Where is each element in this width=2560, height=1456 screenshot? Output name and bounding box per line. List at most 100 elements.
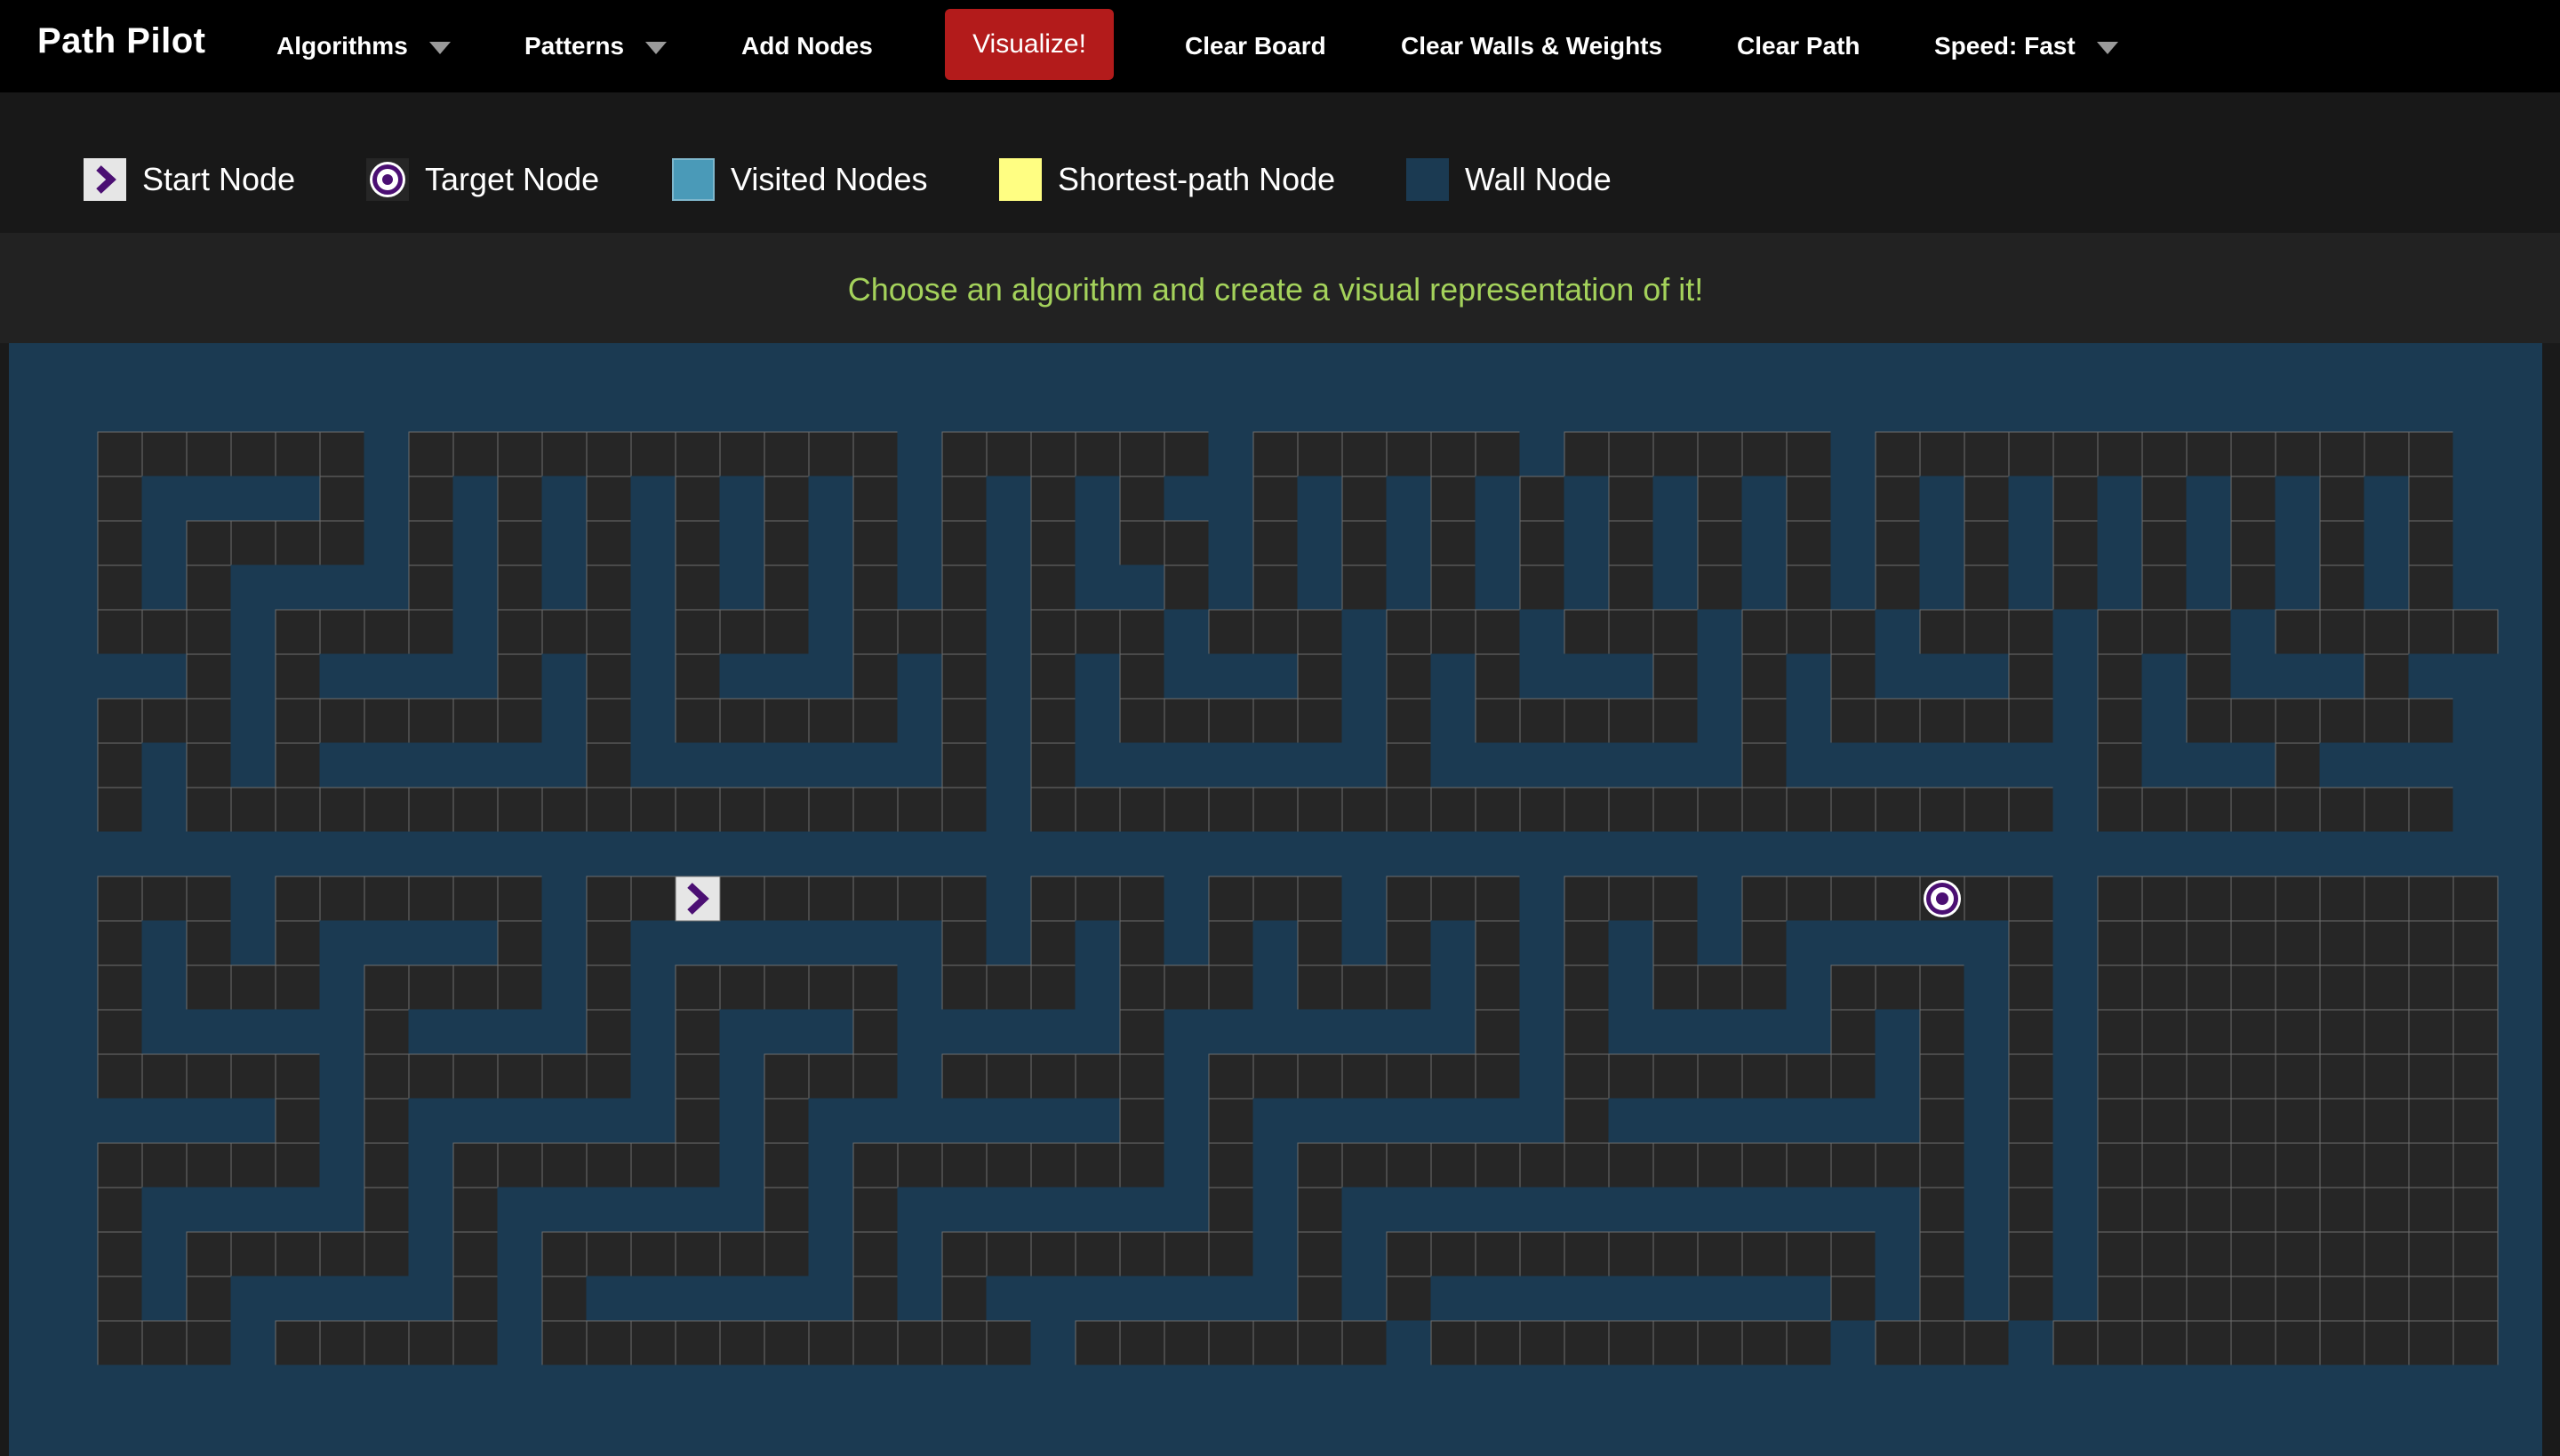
wall-node[interactable] [1875, 1187, 1921, 1233]
wall-node[interactable] [675, 831, 721, 877]
grid-node[interactable] [2097, 1053, 2143, 1100]
grid-node[interactable] [852, 1142, 899, 1188]
wall-node[interactable] [2452, 431, 2499, 477]
grid-node[interactable] [1430, 1053, 1476, 1100]
grid-node[interactable] [1075, 1053, 1121, 1100]
grid-node[interactable] [2008, 698, 2054, 744]
grid-node[interactable] [97, 787, 143, 833]
grid-node[interactable] [2141, 609, 2188, 655]
wall-node[interactable] [630, 1053, 676, 1100]
grid-node[interactable] [2408, 1053, 2454, 1100]
wall-node[interactable] [1964, 831, 2010, 877]
grid-node[interactable] [2408, 876, 2454, 922]
grid-node[interactable] [2230, 876, 2276, 922]
wall-node[interactable] [141, 476, 188, 522]
grid-node[interactable] [1386, 609, 1432, 655]
grid-node[interactable] [1564, 1098, 1610, 1144]
wall-node[interactable] [808, 653, 854, 700]
grid-node[interactable] [941, 520, 988, 566]
grid-node[interactable] [97, 1053, 143, 1100]
grid-node[interactable] [1119, 476, 1165, 522]
grid-node[interactable] [852, 1231, 899, 1277]
wall-node[interactable] [452, 742, 499, 788]
wall-node[interactable] [1875, 1276, 1921, 1322]
wall-node[interactable] [1341, 387, 1388, 433]
wall-node[interactable] [1297, 1364, 1343, 1411]
wall-node[interactable] [2364, 387, 2410, 433]
grid-node[interactable] [808, 787, 854, 833]
wall-node[interactable] [1564, 1364, 1610, 1411]
grid-node[interactable] [1386, 876, 1432, 922]
grid-node[interactable] [2364, 1320, 2410, 1366]
wall-node[interactable] [1919, 831, 1965, 877]
grid-node[interactable] [2275, 1276, 2321, 1322]
grid-node[interactable] [364, 1142, 410, 1188]
clear-board-button[interactable]: Clear Board [1185, 27, 1326, 66]
grid-node[interactable] [1608, 1231, 1654, 1277]
grid-node[interactable] [1652, 609, 1699, 655]
wall-node[interactable] [141, 1098, 188, 1144]
wall-node[interactable] [1608, 653, 1654, 700]
patterns-dropdown[interactable]: Patterns [524, 27, 668, 66]
wall-node[interactable] [1475, 1276, 1521, 1322]
wall-node[interactable] [941, 1187, 988, 1233]
grid-node[interactable] [1652, 787, 1699, 833]
grid-node[interactable] [764, 964, 810, 1011]
grid-node[interactable] [1164, 564, 1210, 611]
wall-node[interactable] [941, 387, 988, 433]
grid-node[interactable] [2230, 1098, 2276, 1144]
grid-node[interactable] [1786, 476, 1832, 522]
grid-node[interactable] [586, 787, 632, 833]
wall-node[interactable] [852, 831, 899, 877]
grid-node[interactable] [586, 609, 632, 655]
wall-node[interactable] [52, 1009, 99, 1055]
wall-node[interactable] [1341, 1009, 1388, 1055]
grid-node[interactable] [1741, 787, 1788, 833]
grid-node[interactable] [141, 876, 188, 922]
wall-node[interactable] [1475, 742, 1521, 788]
wall-node[interactable] [1341, 876, 1388, 922]
wall-node[interactable] [808, 1231, 854, 1277]
grid-node[interactable] [852, 1276, 899, 1322]
wall-node[interactable] [897, 1187, 943, 1233]
grid-node[interactable] [2008, 1142, 2054, 1188]
grid-node[interactable] [1075, 1231, 1121, 1277]
grid-node[interactable] [1119, 609, 1165, 655]
grid-node[interactable] [1430, 564, 1476, 611]
wall-node[interactable] [1297, 476, 1343, 522]
wall-node[interactable] [2319, 387, 2365, 433]
grid-node[interactable] [2097, 787, 2143, 833]
grid-node[interactable] [897, 609, 943, 655]
grid-node[interactable] [1430, 1231, 1476, 1277]
grid-node[interactable] [2186, 1320, 2232, 1366]
grid-node[interactable] [2408, 564, 2454, 611]
grid-node[interactable] [2452, 1098, 2499, 1144]
wall-node[interactable] [275, 1276, 321, 1322]
wall-node[interactable] [2052, 1009, 2099, 1055]
grid-node[interactable] [1519, 520, 1565, 566]
wall-node[interactable] [808, 476, 854, 522]
grid-node[interactable] [2275, 742, 2321, 788]
wall-node[interactable] [1075, 964, 1121, 1011]
wall-node[interactable] [1208, 1009, 1254, 1055]
grid-node[interactable] [497, 964, 543, 1011]
grid-node[interactable] [186, 876, 232, 922]
grid-node[interactable] [1475, 653, 1521, 700]
wall-node[interactable] [2275, 564, 2321, 611]
wall-node[interactable] [2186, 831, 2232, 877]
wall-node[interactable] [541, 1098, 588, 1144]
wall-node[interactable] [1430, 653, 1476, 700]
grid-node[interactable] [2008, 1231, 2054, 1277]
grid-node[interactable] [1608, 609, 1654, 655]
grid-node[interactable] [2186, 653, 2232, 700]
grid-node[interactable] [2097, 1320, 2143, 1366]
grid-node[interactable] [364, 964, 410, 1011]
wall-node[interactable] [408, 1231, 454, 1277]
grid-node[interactable] [1652, 920, 1699, 966]
wall-node[interactable] [2230, 609, 2276, 655]
grid-node[interactable] [1341, 1053, 1388, 1100]
wall-node[interactable] [1519, 831, 1565, 877]
grid-node[interactable] [1875, 1320, 1921, 1366]
grid-node[interactable] [1164, 1231, 1210, 1277]
wall-node[interactable] [2008, 476, 2054, 522]
